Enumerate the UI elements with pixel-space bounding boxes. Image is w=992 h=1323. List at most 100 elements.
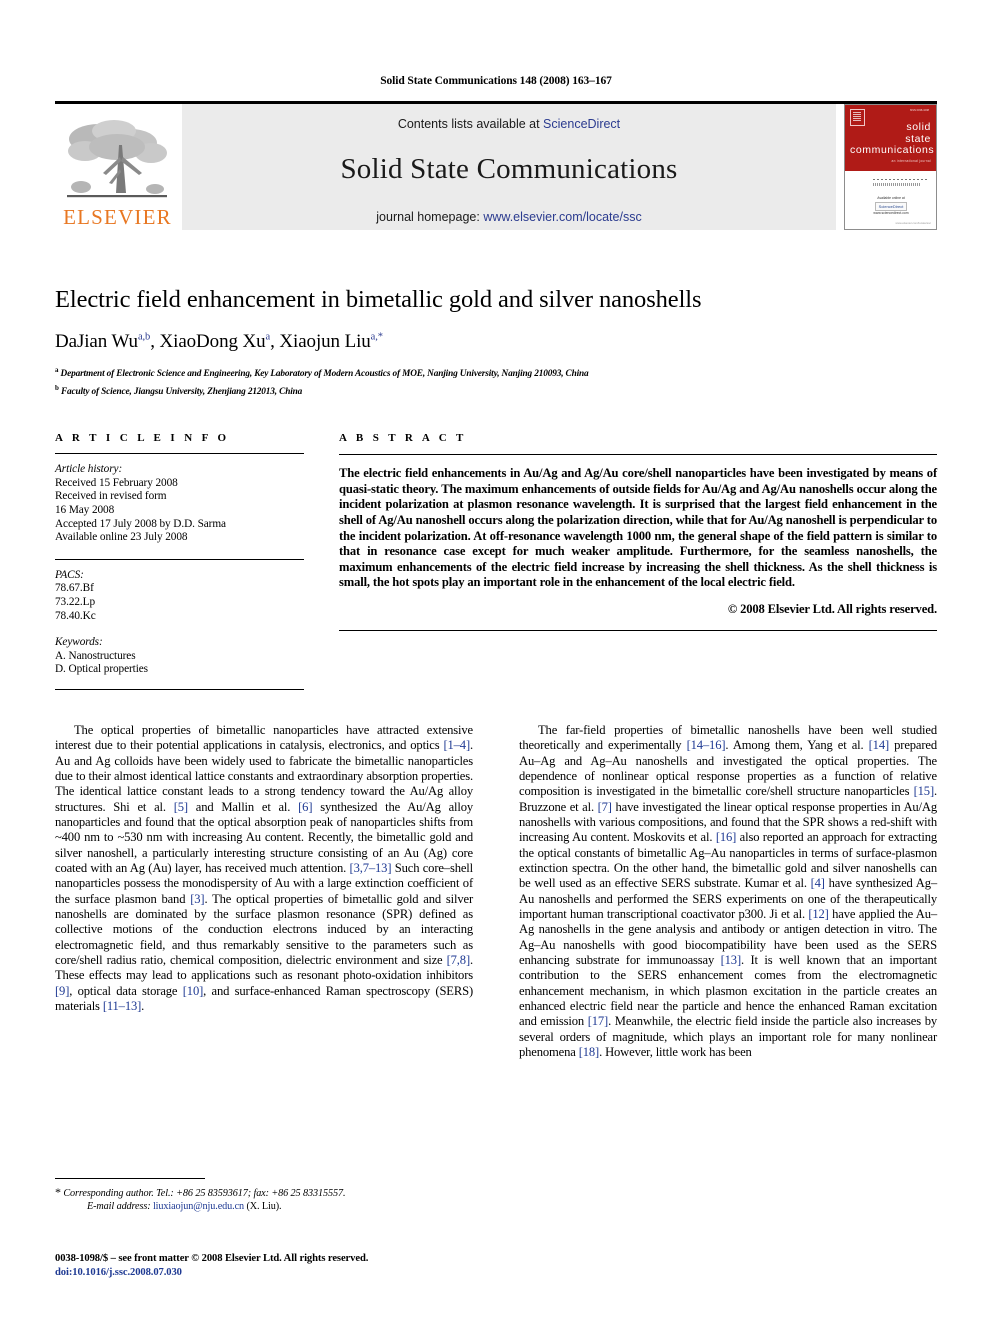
abstract-bottom-rule [339,629,937,631]
asterisk-icon: * [55,1185,61,1199]
cover-sd-url: www.sciencedirect.com [873,210,909,215]
cover-title: solid state communications [850,121,935,157]
doi-link[interactable]: doi:10.1016/j.ssc.2008.07.030 [55,1266,515,1280]
journal-cover-thumbnail: ISSN 0038-1098 solid state communication… [844,104,937,230]
keyword-item: A. Nanostructures [55,649,136,662]
cover-sd-badge: ScienceDirect [874,201,908,211]
citation-ref[interactable]: [7] [598,800,612,814]
footnote-region: * Corresponding author. Tel.: +86 25 835… [55,1178,475,1213]
author-name: XiaoDong Xu [159,331,266,352]
cover-subtitle: an international journal [891,158,931,163]
journal-homepage-link[interactable]: www.elsevier.com/locate/ssc [483,210,641,224]
citation-ref[interactable]: [9] [55,984,69,998]
affiliation-text: Department of Electronic Science and Eng… [60,369,589,380]
abstract-copyright: © 2008 Elsevier Ltd. All rights reserved… [727,601,937,616]
journal-homepage-line: journal homepage: www.elsevier.com/locat… [376,210,641,224]
article-info-rule [55,453,304,455]
author-separator: , [150,331,160,352]
affiliation-item: a Department of Electronic Science and E… [55,364,937,381]
article-info-bottom-rule [55,688,304,690]
pacs-label: PACS: [55,568,84,581]
cover-title-line3: communications [850,144,935,156]
citation-ref[interactable]: [15] [914,784,935,798]
elsevier-wordmark: ELSEVIER [63,205,172,229]
citation-ref[interactable]: [17] [588,1014,609,1028]
elsevier-tree-icon [66,120,167,198]
cover-bottom-note: www.elsevier.com/locate/ssc [895,220,931,225]
citation-ref[interactable]: [18] [579,1045,600,1059]
journal-band: Contents lists available at ScienceDirec… [182,104,836,230]
article-history-item: 16 May 2008 [55,503,115,516]
citation-ref[interactable]: [1–4] [443,738,470,752]
body-column-right: The far-field properties of bimetallic n… [519,723,937,1061]
affiliation-marker: a [55,366,59,374]
affiliation-text: Faculty of Science, Jiangsu University, … [60,387,303,398]
abstract-text: The electric field enhancements in Au/Ag… [339,466,937,590]
imprint-block: 0038-1098/$ – see front matter © 2008 El… [55,1252,515,1279]
article-history-block: Article history: Received 15 February 20… [55,463,304,545]
paper-title: Electric field enhancement in bimetallic… [55,286,702,313]
email-suffix: (X. Liu). [246,1201,282,1212]
citation-ref[interactable]: [5] [174,800,188,814]
contents-prefix: Contents lists available at [397,117,544,131]
article-history-item: Accepted 17 July 2008 by D.D. Sarma [55,517,226,530]
contents-available-line: Contents lists available at ScienceDirec… [398,117,620,131]
article-history-label: Article history: [55,463,123,476]
running-head: Solid State Communications 148 (2008) 16… [380,75,612,87]
elsevier-logo: ELSEVIER [55,104,180,230]
pacs-block: PACS: 78.67.Bf 73.22.Lp 78.40.Kc [55,569,304,623]
affiliation-list: a Department of Electronic Science and E… [55,364,937,399]
body-column-left: The optical properties of bimetallic nan… [55,723,473,1061]
citation-ref[interactable]: [11–13] [103,999,142,1013]
affiliation-item: b Faculty of Science, Jiangsu University… [55,382,937,399]
citation-ref[interactable]: [10] [183,984,204,998]
keywords-block: Keywords: A. Nanostructures D. Optical p… [55,636,304,677]
author-name: Xiaojun Liu [279,331,371,352]
article-history-item: Available online 23 July 2008 [55,531,188,544]
citation-ref[interactable]: [16] [716,830,737,844]
affiliation-marker: b [55,384,59,393]
author-name: DaJian Wu [55,331,138,352]
keywords-label: Keywords: [55,636,103,649]
footnote-rule [55,1178,205,1179]
pacs-item: 78.40.Kc [55,609,96,622]
citation-ref[interactable]: [14–16] [687,738,726,752]
cover-tagline [873,182,921,186]
citation-ref[interactable]: [7,8] [447,953,471,967]
corresponding-author-note: * Corresponding author. Tel.: +86 25 835… [55,1186,475,1213]
corresponding-author-text: Corresponding author. Tel.: +86 25 83593… [63,1188,346,1199]
author-affil-marker: a,b [137,331,151,343]
email-label: E-mail address: [87,1201,151,1212]
citation-ref[interactable]: [14] [869,738,890,752]
article-history-item: Received in revised form [55,490,167,503]
article-page: Solid State Communications 148 (2008) 16… [0,0,992,1323]
pacs-item: 73.22.Lp [55,595,95,608]
body-paragraph: The far-field properties of bimetallic n… [519,722,937,1060]
article-info-heading: A R T I C L E I N F O [55,432,230,445]
abstract-rule [339,454,937,456]
citation-ref[interactable]: [3] [190,892,204,906]
cover-issn-text: ISSN 0038-1098 [909,109,929,112]
abstract-heading: A B S T R A C T [339,432,467,445]
citation-ref[interactable]: [3,7–13] [350,861,392,875]
sciencedirect-link[interactable]: ScienceDirect [543,117,620,131]
cover-top-panel: ISSN 0038-1098 solid state communication… [845,105,936,171]
article-info-column: A R T I C L E I N F O Article history: R… [55,432,304,690]
imprint-front-matter: 0038-1098/$ – see front matter © 2008 El… [55,1253,369,1264]
body-columns: The optical properties of bimetallic nan… [55,723,937,1061]
citation-ref[interactable]: [4] [811,876,825,890]
cover-divider [873,178,928,180]
cover-elsevier-icon [850,109,865,126]
citation-ref[interactable]: [6] [298,800,312,814]
email-link[interactable]: liuxiaojun@nju.edu.cn [153,1201,244,1212]
citation-ref[interactable]: [12] [808,907,829,921]
author-affil-marker: a,* [370,331,383,343]
citation-ref[interactable]: [13] [721,953,742,967]
cover-sd-caption: Available online at [877,195,905,200]
pacs-item: 78.67.Bf [55,582,94,595]
title-block: Electric field enhancement in bimetallic… [55,286,937,399]
cover-bottom-panel: Available online at ScienceDirect www.sc… [845,170,936,229]
info-abstract-region: A R T I C L E I N F O Article history: R… [55,432,937,690]
homepage-prefix: journal homepage: [376,210,484,224]
article-history-item: Received 15 February 2008 [55,476,178,489]
